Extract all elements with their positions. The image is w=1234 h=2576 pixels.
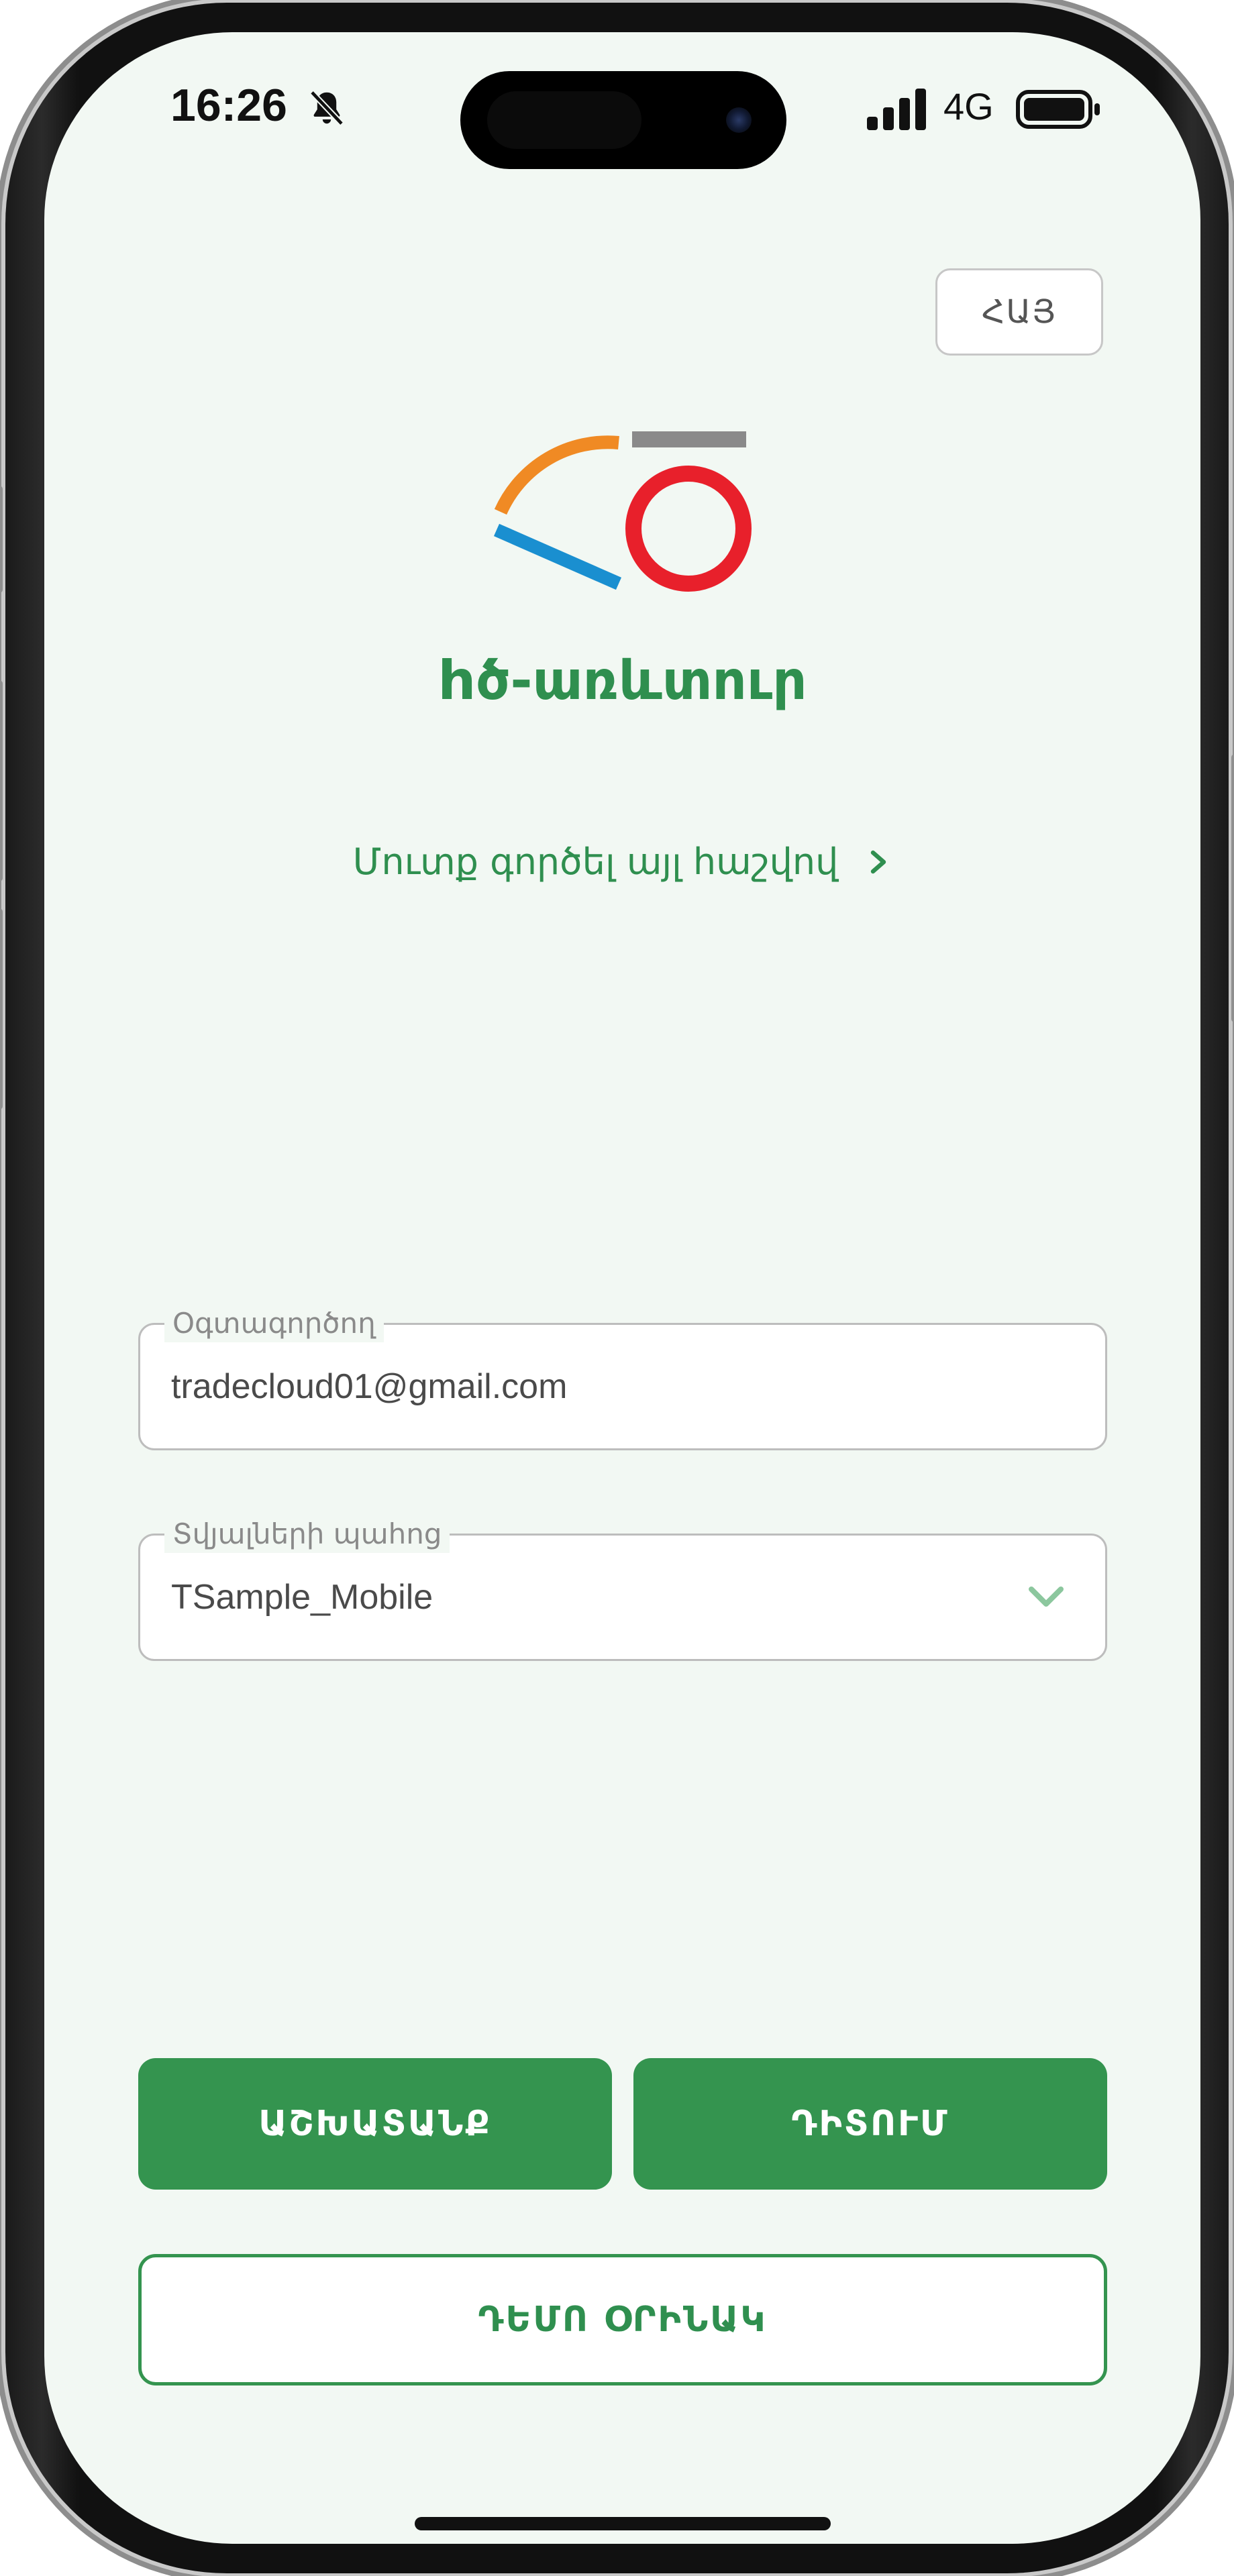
network-type: 4G bbox=[943, 85, 994, 127]
signal-icon bbox=[867, 89, 926, 130]
dynamic-island bbox=[460, 71, 786, 169]
front-camera bbox=[726, 107, 752, 133]
battery-icon bbox=[1016, 90, 1100, 129]
volume-down-button bbox=[0, 908, 3, 1110]
language-button[interactable]: ՀԱՅ bbox=[935, 268, 1103, 356]
screen: 16:26 4G ՀԱՅ hծ-առևտուր Մուտք գործել այլ… bbox=[44, 32, 1200, 2544]
chevron-down-icon[interactable] bbox=[1027, 1584, 1065, 1611]
action-button bbox=[0, 486, 3, 593]
database-value: TSample_Mobile bbox=[171, 1578, 433, 1617]
home-indicator[interactable] bbox=[415, 2517, 831, 2530]
chevron-right-icon bbox=[871, 850, 886, 873]
work-button[interactable]: ԱՇԽԱՏԱՆՔ bbox=[138, 2058, 612, 2190]
status-bar: 16:26 4G bbox=[44, 32, 1200, 180]
username-value: tradecloud01@gmail.com bbox=[171, 1367, 568, 1406]
other-account-label: Մուտք գործել այլ հաշվով bbox=[352, 841, 839, 883]
volume-up-button bbox=[0, 680, 3, 881]
app-title: hծ-առևտուր bbox=[438, 649, 807, 712]
username-field[interactable]: Օգտագործող tradecloud01@gmail.com bbox=[138, 1305, 1107, 1450]
bell-muted-icon bbox=[309, 90, 344, 126]
status-time: 16:26 bbox=[170, 80, 287, 131]
phone-frame: 16:26 4G ՀԱՅ hծ-առևտուր Մուտք գործել այլ… bbox=[0, 3, 1234, 2573]
database-select[interactable]: Տվյալների պահոց TSample_Mobile bbox=[138, 1515, 1107, 1661]
demo-button[interactable]: ԴԵՄՈ ՕՐԻՆԱԿ bbox=[138, 2254, 1107, 2385]
app-logo bbox=[493, 431, 752, 592]
other-account-link[interactable]: Մուտք գործել այլ հաշվով bbox=[44, 841, 1200, 883]
island-sensor bbox=[487, 91, 641, 149]
power-button bbox=[1231, 754, 1234, 1022]
view-button[interactable]: ԴԻՏՈՒՄ bbox=[633, 2058, 1107, 2190]
